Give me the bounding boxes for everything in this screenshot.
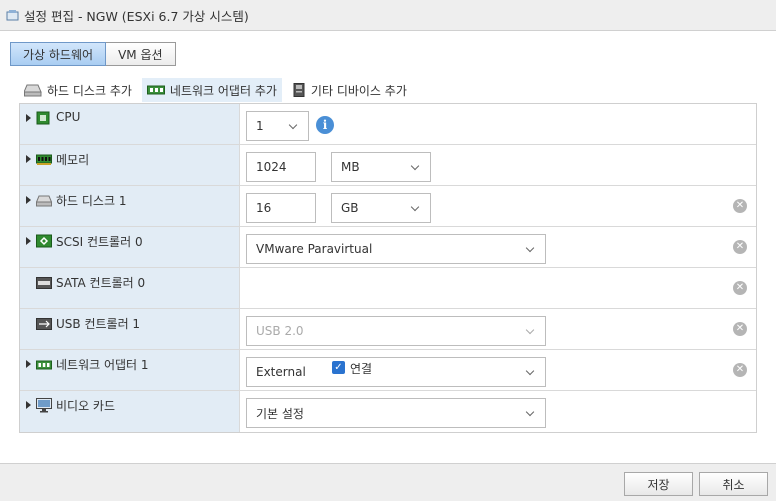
remove-device-icon[interactable]: ✕ (733, 240, 747, 254)
video-settings-value: 기본 설정 (256, 406, 304, 421)
tab-bar: 가상 하드웨어 VM 옵션 (10, 42, 176, 66)
scsi-type-value: VMware Paravirtual (256, 242, 373, 256)
device-row-hard-disk: 하드 디스크 1 16 GB ✕ (20, 186, 756, 227)
sata-controller-icon (36, 277, 52, 289)
memory-unit-value: MB (341, 160, 360, 174)
hard-disk-icon (24, 84, 42, 97)
network-select[interactable]: External (246, 357, 546, 387)
device-name: 하드 디스크 1 (56, 194, 127, 208)
dialog-footer: 저장 취소 (0, 463, 776, 501)
add-hard-disk-button[interactable]: 하드 디스크 추가 (20, 78, 136, 102)
remove-device-icon[interactable]: ✕ (733, 322, 747, 336)
expand-arrow-icon[interactable] (26, 114, 31, 122)
add-other-device-label: 기타 디바이스 추가 (310, 83, 407, 98)
device-row-cpu: CPU 1 i (20, 104, 756, 145)
device-row-usb-controller: USB 컨트롤러 1 USB 2.0 ✕ (20, 309, 756, 350)
vm-settings-icon (6, 9, 19, 20)
memory-size-input[interactable]: 1024 (246, 152, 316, 182)
video-settings-select[interactable]: 기본 설정 (246, 398, 546, 428)
tab-vm-options[interactable]: VM 옵션 (106, 42, 176, 66)
device-name: 비디오 카드 (56, 399, 116, 413)
expand-arrow-icon[interactable] (26, 237, 31, 245)
connect-checkbox[interactable]: ✓ (332, 361, 345, 374)
usb-version-value: USB 2.0 (256, 324, 304, 338)
remove-device-icon[interactable]: ✕ (733, 363, 747, 377)
device-name: 메모리 (56, 153, 90, 167)
device-label-cell: 비디오 카드 (20, 391, 240, 432)
usb-version-select: USB 2.0 (246, 316, 546, 346)
hardware-list: CPU 1 i 메모리 1024 MB 하드 디스크 1 16 GB ✕ SCS… (19, 103, 757, 433)
tab-virtual-hardware[interactable]: 가상 하드웨어 (10, 42, 107, 66)
device-label-cell: 네트워크 어댑터 1 (20, 350, 240, 390)
device-name: 네트워크 어댑터 1 (56, 358, 149, 372)
expand-arrow-icon[interactable] (26, 196, 31, 204)
other-device-icon (293, 83, 305, 97)
cpu-count-value: 1 (256, 119, 264, 133)
device-name: SATA 컨트롤러 0 (56, 276, 146, 290)
device-row-scsi-controller: SCSI 컨트롤러 0 VMware Paravirtual ✕ (20, 227, 756, 268)
cpu-icon (36, 111, 50, 125)
disk-unit-select[interactable]: GB (331, 193, 431, 223)
add-hard-disk-label: 하드 디스크 추가 (47, 83, 132, 98)
monitor-icon (36, 398, 52, 413)
remove-device-icon[interactable]: ✕ (733, 281, 747, 295)
save-button[interactable]: 저장 (624, 472, 693, 496)
memory-unit-select[interactable]: MB (331, 152, 431, 182)
disk-size-input[interactable]: 16 (246, 193, 316, 223)
expand-arrow-icon[interactable] (26, 401, 31, 409)
disk-unit-value: GB (341, 201, 359, 215)
usb-icon (36, 318, 52, 330)
expand-arrow-icon[interactable] (26, 155, 31, 163)
add-network-adapter-label: 네트워크 어댑터 추가 (169, 83, 277, 98)
remove-device-icon[interactable]: ✕ (733, 199, 747, 213)
cpu-count-select[interactable]: 1 (246, 111, 309, 141)
scsi-type-select[interactable]: VMware Paravirtual (246, 234, 546, 264)
device-label-cell: 하드 디스크 1 (20, 186, 240, 226)
device-row-sata-controller: SATA 컨트롤러 0 ✕ (20, 268, 756, 309)
disk-size-value: 16 (256, 201, 272, 215)
connect-label: 연결 (350, 362, 373, 376)
device-row-network-adapter: 네트워크 어댑터 1 External ✓ 연결 ✕ (20, 350, 756, 391)
device-name: USB 컨트롤러 1 (56, 317, 141, 331)
device-label-cell: SCSI 컨트롤러 0 (20, 227, 240, 267)
title-bar: 설정 편집 - NGW (ESXi 6.7 가상 시스템) (0, 0, 776, 31)
scsi-controller-icon (36, 234, 52, 248)
device-row-memory: 메모리 1024 MB (20, 145, 756, 186)
hard-disk-icon (36, 195, 52, 207)
device-label-cell: SATA 컨트롤러 0 (20, 268, 240, 308)
memory-icon (36, 154, 52, 165)
network-adapter-icon (36, 360, 52, 370)
device-name: CPU (56, 110, 81, 124)
device-label-cell: USB 컨트롤러 1 (20, 309, 240, 349)
memory-size-value: 1024 (256, 160, 287, 174)
add-other-device-button[interactable]: 기타 디바이스 추가 (288, 78, 411, 102)
expand-arrow-icon[interactable] (26, 360, 31, 368)
device-toolbar: 하드 디스크 추가 네트워크 어댑터 추가 기타 디바이스 추가 (20, 78, 417, 102)
info-icon[interactable]: i (316, 116, 334, 134)
window-title: 설정 편집 - NGW (ESXi 6.7 가상 시스템) (24, 8, 249, 24)
add-network-adapter-button[interactable]: 네트워크 어댑터 추가 (141, 78, 282, 102)
device-label-cell: 메모리 (20, 145, 240, 185)
device-row-video-card: 비디오 카드 기본 설정 (20, 391, 756, 432)
network-adapter-icon (146, 85, 165, 95)
device-label-cell: CPU (20, 104, 240, 144)
network-value: External (256, 365, 306, 379)
device-name: SCSI 컨트롤러 0 (56, 235, 143, 249)
cancel-button[interactable]: 취소 (699, 472, 768, 496)
